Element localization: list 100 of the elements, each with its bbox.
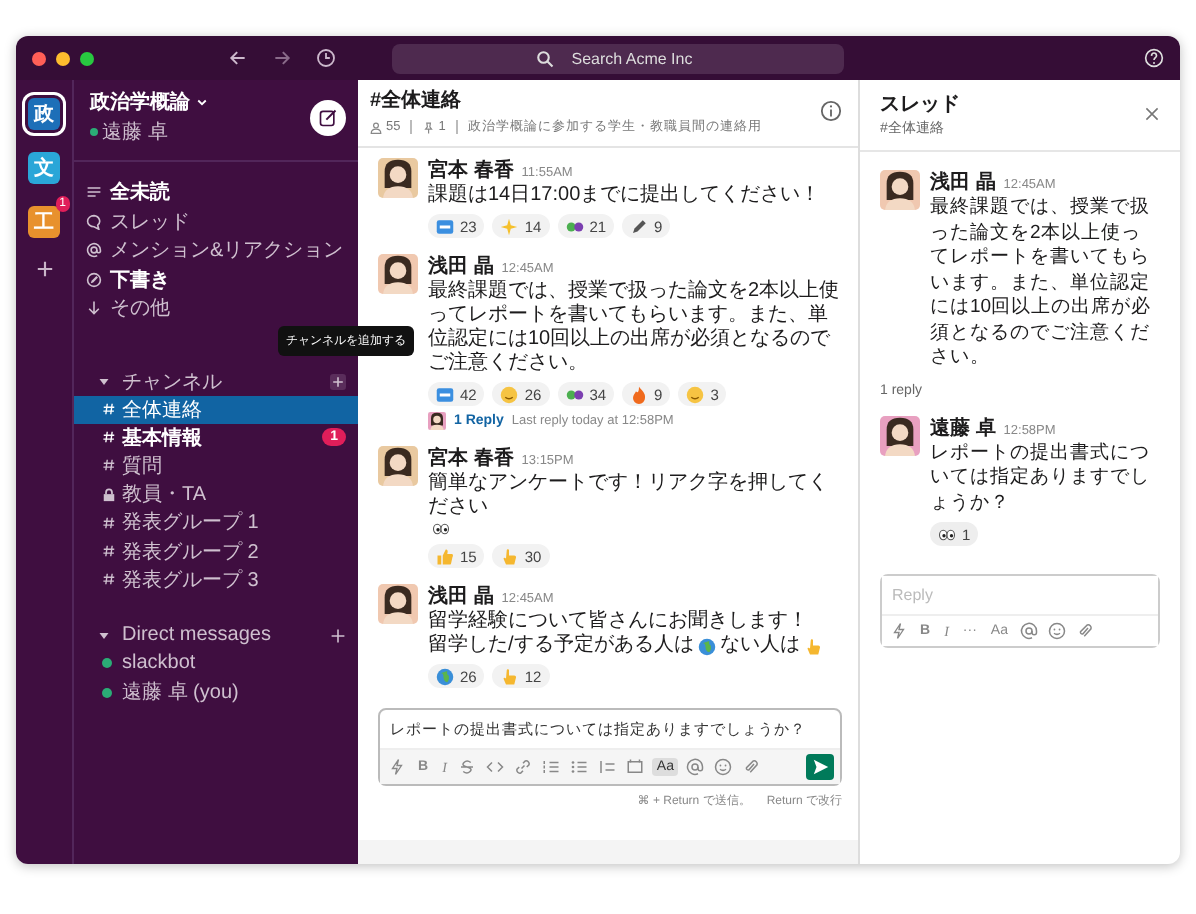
author-name[interactable]: 浅田 晶: [428, 582, 494, 610]
history-icon[interactable]: [316, 48, 336, 68]
author-name[interactable]: 宮本 春香: [428, 444, 514, 472]
smile-icon: [500, 385, 519, 403]
panel-title: スレッド: [880, 92, 960, 118]
message-text: 留学経験について皆さんにお聞きします！: [428, 610, 808, 633]
avatar[interactable]: [880, 415, 920, 455]
lock-icon: [102, 487, 116, 502]
people-icon: [565, 385, 584, 403]
avatar[interactable]: [378, 158, 418, 198]
globe-icon: [436, 667, 454, 685]
section-title[interactable]: チャンネル: [122, 367, 318, 395]
avatar[interactable]: [378, 254, 418, 294]
compose-button[interactable]: [310, 99, 346, 135]
search-icon: [536, 49, 554, 67]
at-sign-icon[interactable]: [683, 756, 706, 778]
sidebar-item[interactable]: 下書き: [74, 265, 358, 294]
back-arrow-icon[interactable]: [228, 48, 248, 68]
section-title[interactable]: Direct messages: [122, 624, 318, 647]
workspace-button[interactable]: 政: [28, 98, 60, 130]
smile-icon: [686, 385, 705, 403]
workspace-name[interactable]: 政治学概論: [90, 88, 190, 116]
code-icon[interactable]: [484, 756, 507, 778]
ok-icon: [436, 385, 454, 403]
numbered-list-icon[interactable]: [540, 756, 563, 778]
author-name[interactable]: 浅田 晶: [428, 252, 494, 280]
pointing-hand-icon: [803, 637, 822, 655]
caret-icon[interactable]: [98, 375, 110, 387]
avatar[interactable]: [880, 170, 920, 210]
eyes-icon: [432, 520, 450, 538]
sidebar-item[interactable]: メンション&リアクション: [74, 236, 358, 265]
link-icon[interactable]: [512, 756, 535, 778]
pencil-icon: [86, 271, 102, 288]
info-icon[interactable]: [820, 100, 842, 122]
bullet-list-icon[interactable]: [568, 756, 591, 778]
message-text: 簡単なアンケートです！リアク字を押してください: [428, 472, 830, 520]
maximize-window-button[interactable]: [80, 51, 94, 65]
pointing-hand-icon: [500, 667, 519, 685]
message-text: 最終課題では、授業で扱った論文を2本以上使ってレポートを書いてもらいます。また、単位認定には10回以上の出席が必須となるのでご注意ください。: [428, 280, 842, 376]
search-field[interactable]: Search Acme Inc: [392, 43, 844, 73]
send-button[interactable]: [806, 754, 834, 780]
hash-icon: [102, 544, 116, 559]
code-block-icon[interactable]: [624, 756, 647, 778]
thumbs-up-icon: [436, 547, 454, 565]
message-text: 最終課題では、授業で扱った論文を2本以上使ってレポートを書いてもらいます。また、単位認定には10回以上の出席が必須となるのでご注意ください。: [930, 196, 1154, 371]
bolt-icon[interactable]: [386, 756, 408, 778]
at-sign-icon[interactable]: [1017, 620, 1040, 642]
direct-message-item[interactable]: slackbot: [74, 649, 358, 678]
sidebar-item[interactable]: 全未読: [74, 178, 358, 207]
fire-icon: [630, 385, 649, 403]
help-icon[interactable]: [1144, 48, 1164, 68]
presence-dot: [90, 128, 98, 136]
avatar[interactable]: [378, 584, 418, 624]
channel-item[interactable]: 発表グループ 3: [74, 565, 358, 594]
channel-item[interactable]: 発表グループ 1: [74, 508, 358, 537]
message-text: 課題は14日17:00までに提出してください！: [428, 184, 821, 208]
add-icon[interactable]: [330, 627, 346, 644]
at-sign-icon: [86, 242, 102, 259]
eyes-icon: [938, 525, 956, 543]
direct-message-item[interactable]: 遠藤 卓 (you): [74, 678, 358, 707]
channel-item[interactable]: 発表グループ 2: [74, 536, 358, 566]
pencil-icon: [630, 217, 649, 235]
sidebar-item[interactable]: その他: [74, 294, 358, 323]
channel-item[interactable]: 質問: [74, 451, 358, 481]
hash-icon: [102, 515, 116, 530]
pointing-hand-icon: [500, 547, 519, 565]
hash-icon: [102, 430, 116, 445]
down-arrow-icon: [86, 300, 102, 317]
people-icon: [565, 217, 584, 235]
hash-icon: [102, 572, 116, 587]
bolt-icon[interactable]: [888, 620, 910, 642]
lines-icon: [86, 184, 102, 201]
caret-icon[interactable]: [98, 629, 110, 642]
author-name[interactable]: 浅田 晶: [930, 168, 996, 196]
channel-title[interactable]: #全体連絡: [370, 86, 762, 114]
add-channel-button[interactable]: [330, 373, 346, 389]
author-name[interactable]: 遠藤 卓: [930, 413, 996, 441]
person-icon: [370, 121, 382, 133]
user-name: 遠藤 卓: [102, 119, 168, 146]
globe-icon: [697, 637, 716, 655]
hash-icon: [102, 458, 116, 473]
avatar[interactable]: [378, 446, 418, 486]
sparkle-icon: [500, 217, 519, 235]
close-icon[interactable]: [1144, 106, 1160, 122]
chevron-down-icon[interactable]: [196, 96, 208, 108]
smiley-icon[interactable]: [711, 756, 734, 778]
strikethrough-icon[interactable]: [456, 756, 479, 778]
minimize-window-button[interactable]: [56, 51, 70, 65]
message-text: レポートの提出書式については指定ありますでしょうか？: [930, 441, 1152, 516]
ok-icon: [436, 217, 454, 235]
channel-item[interactable]: 全体連絡: [74, 395, 358, 424]
channel-item[interactable]: 教員・TA: [74, 480, 358, 509]
add-icon[interactable]: [35, 260, 53, 278]
sidebar-item[interactable]: スレッド: [74, 207, 358, 236]
close-window-button[interactable]: [32, 51, 46, 65]
forward-arrow-icon[interactable]: [272, 48, 292, 68]
smiley-icon[interactable]: [1045, 620, 1068, 642]
speech-bubble-icon: [86, 213, 102, 230]
pin-icon: [422, 121, 435, 133]
author-name[interactable]: 宮本 春香: [428, 156, 514, 184]
